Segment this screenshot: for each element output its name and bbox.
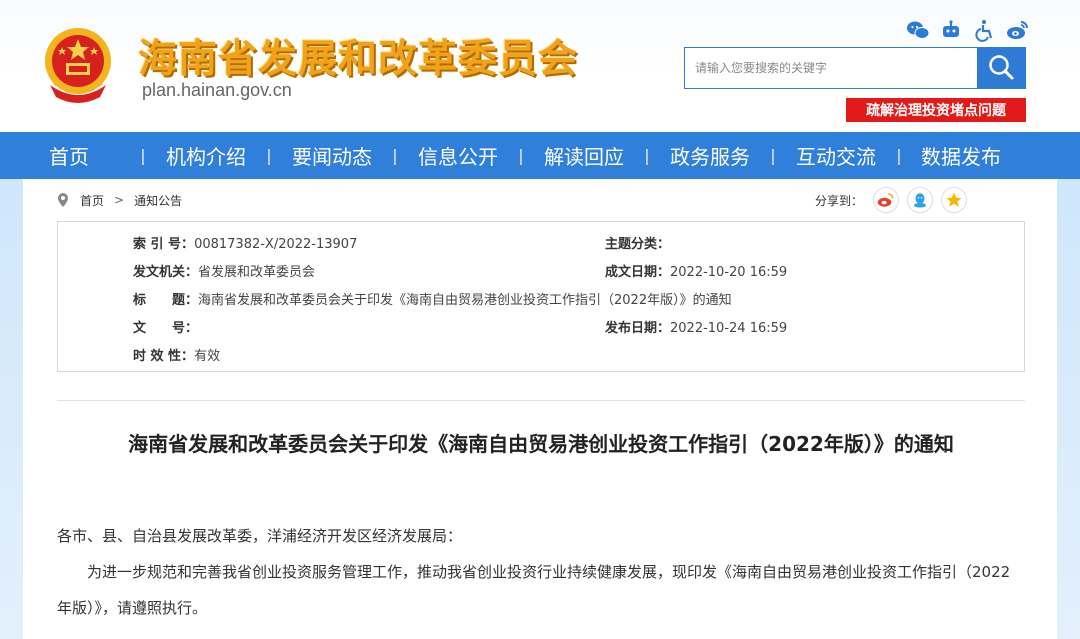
qzone-icon <box>946 192 962 207</box>
nav-item-about[interactable]: 机构介绍 <box>148 132 264 179</box>
article-title: 海南省发展和改革委员会关于印发《海南自由贸易港创业投资工作指引（2022年版）》… <box>128 432 954 456</box>
side-band-left <box>0 179 23 639</box>
search-icon <box>987 53 1015 84</box>
info-published-date: 发布日期：2022-10-24 16:59 <box>605 321 788 336</box>
nav-item-services[interactable]: 政务服务 <box>652 132 768 179</box>
robot-icon[interactable] <box>939 18 963 42</box>
nav-item-interaction[interactable]: 互动交流 <box>778 132 894 179</box>
nav-separator: | <box>518 146 524 165</box>
search-box <box>684 47 1026 89</box>
info-issuer: 发文机关：省发展和改革委员会 <box>133 265 316 280</box>
breadcrumb-separator: > <box>114 193 125 207</box>
nav-separator: | <box>266 146 272 165</box>
breadcrumb: 首页 > 通知公告 <box>56 190 182 210</box>
article-body-line: 为进一步规范和完善我省创业投资服务管理工作，推动我省创业投资行业持续健康发展，现… <box>87 563 1011 581</box>
info-index-no: 索 引 号：00817382-X/2022-13907 <box>133 237 358 252</box>
search-button[interactable] <box>977 48 1025 88</box>
promo-banner[interactable]: 疏解治理投资堵点问题 <box>846 98 1026 122</box>
weibo-icon[interactable] <box>1006 18 1030 42</box>
share-qzone-button[interactable] <box>941 187 968 213</box>
article-salutation: 各市、县、自治县发展改革委，洋浦经济开发区经济发展局： <box>57 527 463 545</box>
top-icon-bar <box>906 16 1030 44</box>
nav-item-home[interactable]: 首页 <box>0 132 138 179</box>
nav-separator: | <box>896 146 902 165</box>
site-url: plan.hainan.gov.cn <box>142 80 292 100</box>
nav-item-disclosure[interactable]: 信息公开 <box>400 132 516 179</box>
nav-separator: | <box>140 146 146 165</box>
info-created-date: 成文日期：2022-10-20 16:59 <box>605 265 788 280</box>
article-body-line: 年版）》，请遵照执行。 <box>57 599 208 617</box>
nav-item-interpretation[interactable]: 解读回应 <box>526 132 642 179</box>
main-nav: 首页 | 机构介绍 | 要闻动态 | 信息公开 | 解读回应 | 政务服务 | … <box>0 132 1080 179</box>
breadcrumb-home[interactable]: 首页 <box>80 192 104 209</box>
share-qq-button[interactable] <box>907 187 934 213</box>
search-input[interactable] <box>685 48 977 88</box>
share-bar: 分享到： <box>815 186 968 214</box>
site-header: 海南省发展和改革委员会 plan.hainan.gov.cn 疏解治理投资堵点问… <box>0 0 1080 132</box>
site-title[interactable]: 海南省发展和改革委员会 <box>138 28 578 84</box>
share-weibo-button[interactable] <box>873 187 900 213</box>
location-pin-icon <box>56 192 70 208</box>
document-info-box: 索 引 号：00817382-X/2022-13907 主题分类： 发文机关：省… <box>57 221 1025 372</box>
accessibility-icon[interactable] <box>973 18 997 42</box>
nav-separator: | <box>770 146 776 165</box>
info-title: 标 题：海南省发展和改革委员会关于印发《海南自由贸易港创业投资工作指引（2022… <box>133 293 732 308</box>
info-doc-no: 文 号： <box>133 321 199 336</box>
divider <box>57 400 1025 401</box>
nav-item-news[interactable]: 要闻动态 <box>274 132 390 179</box>
weibo-icon <box>877 193 894 207</box>
share-label: 分享到： <box>815 193 864 208</box>
info-topic: 主题分类： <box>605 237 671 252</box>
qq-icon <box>914 193 927 208</box>
side-band-right <box>1057 179 1080 639</box>
info-validity: 时 效 性：有效 <box>133 349 221 364</box>
wechat-icon[interactable] <box>906 18 930 42</box>
nav-separator: | <box>644 146 650 165</box>
national-emblem-icon[interactable] <box>40 25 116 105</box>
nav-separator: | <box>392 146 398 165</box>
nav-item-data[interactable]: 数据发布 <box>904 132 1018 179</box>
breadcrumb-current[interactable]: 通知公告 <box>134 192 182 209</box>
